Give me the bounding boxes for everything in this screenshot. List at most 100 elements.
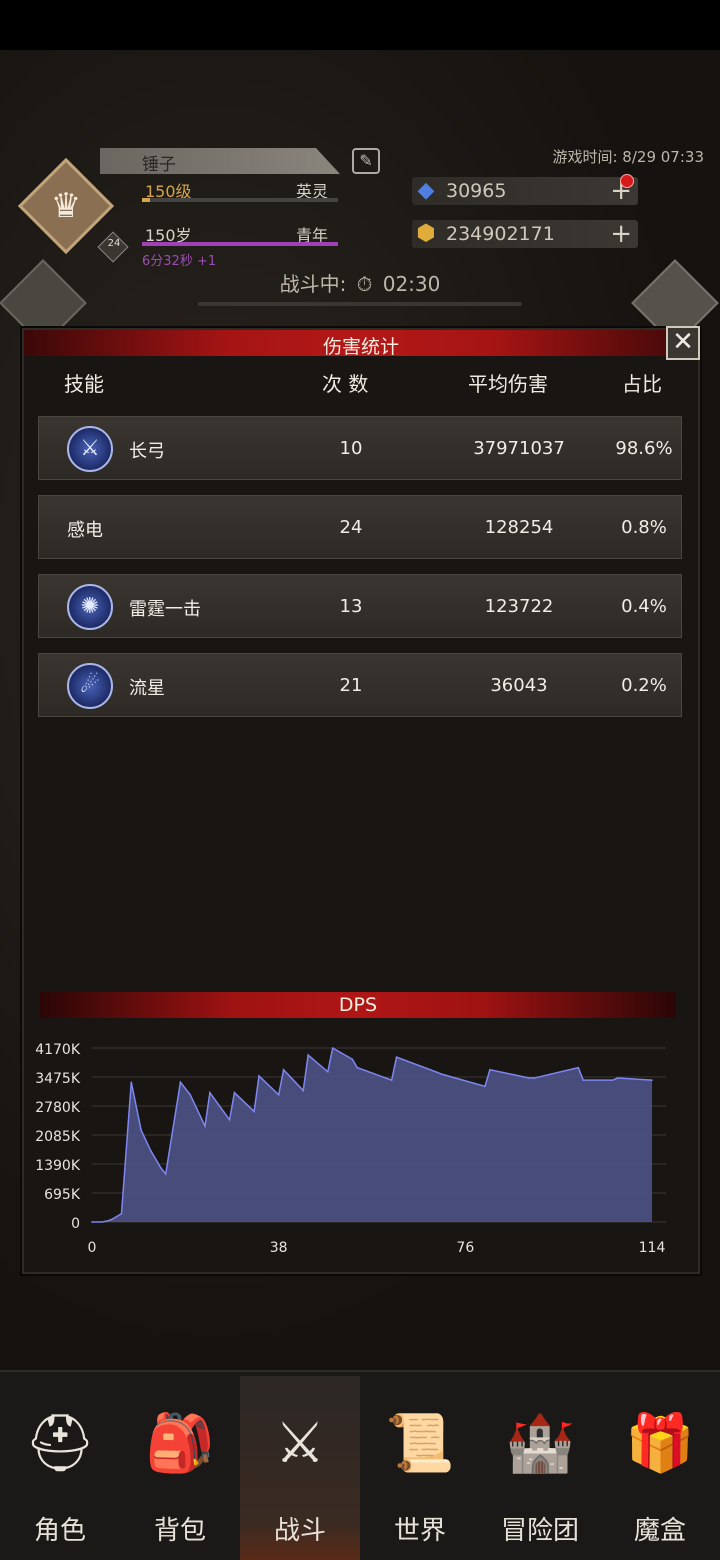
magic-box-icon: 🎁 <box>625 1411 695 1476</box>
age-timer: 6分32秒 +1 <box>142 254 217 269</box>
table-row[interactable]: ✺ 雷霆一击 13 123722 0.4% <box>38 574 682 638</box>
dps-point <box>189 1093 192 1096</box>
y-tick-label: 2780K <box>35 1100 81 1116</box>
dps-point <box>179 1081 182 1084</box>
dialog-title: 伤害统计 <box>322 336 399 358</box>
close-button[interactable]: ✕ <box>666 326 700 360</box>
table-row[interactable]: ☄ 流星 21 36043 0.2% <box>38 653 682 717</box>
dps-point <box>159 1166 162 1169</box>
castle-icon: 🏰 <box>505 1411 575 1476</box>
dps-point <box>258 1075 260 1077</box>
skill-name: 流星 <box>129 678 165 699</box>
sword-shield-icon: ⚔ <box>274 1411 326 1476</box>
dps-point <box>326 1070 329 1073</box>
nav-item-guild[interactable]: 🏰 冒险团 <box>480 1376 600 1560</box>
nav-label: 背包 <box>153 1516 206 1546</box>
dps-point <box>331 1047 334 1049</box>
dps-point <box>395 1056 398 1058</box>
dps-point <box>533 1077 535 1079</box>
dps-point <box>91 1221 93 1223</box>
y-tick-label: 1390K <box>35 1158 81 1174</box>
nav-item-backpack[interactable]: 🎒 背包 <box>120 1376 240 1560</box>
nav-label: 魔盒 <box>633 1516 686 1546</box>
notification-dot <box>620 174 634 188</box>
dps-point <box>351 1058 354 1061</box>
skill-avg-damage: 128254 <box>484 517 554 538</box>
game-time: 游戏时间: 8/29 07:33 <box>552 148 704 166</box>
dps-point <box>277 1093 280 1096</box>
gem-counter: ◆ 30965 + <box>412 177 638 205</box>
skill-count: 24 <box>339 517 363 538</box>
level-progress-fill <box>142 198 150 202</box>
age-progress-bar <box>142 242 338 246</box>
blue-gem-icon: ◆ <box>417 178 435 203</box>
dps-point <box>439 1073 442 1075</box>
battle-progress-track <box>198 302 522 306</box>
table-row[interactable]: ⚔ 长弓 10 37971037 98.6% <box>38 416 682 480</box>
y-tick-label: 695K <box>44 1187 81 1203</box>
edit-icon[interactable]: ✎ <box>352 148 380 174</box>
add-gold-button[interactable]: + <box>610 220 632 248</box>
nav-item-character[interactable]: ⛑ 角色 <box>0 1376 120 1560</box>
dps-point <box>101 1221 103 1223</box>
skill-percent: 0.8% <box>621 517 667 538</box>
dps-chart: 4170K 3475K 2780K 2085K 1390K 695K 00 38 76 114 <box>35 1042 666 1256</box>
x-tick-label: 0 <box>88 1240 97 1256</box>
nav-item-magic-box[interactable]: 🎁 魔盒 <box>600 1376 720 1560</box>
dps-point <box>204 1125 206 1127</box>
nav-label: 角色 <box>33 1516 86 1546</box>
x-tick-label: 76 <box>456 1240 474 1256</box>
battle-timer: 02:30 <box>382 272 441 296</box>
dps-point <box>307 1054 309 1056</box>
scroll-map-icon: 📜 <box>385 1411 455 1476</box>
y-tick-label: 4170K <box>35 1042 81 1058</box>
skill-name: 长弓 <box>129 441 165 462</box>
dps-point <box>150 1150 152 1152</box>
header-skill: 技能 <box>64 372 104 396</box>
battle-status-label: 战斗中: <box>279 272 347 296</box>
gold-counter: ⬢ 234902171 + <box>412 220 638 248</box>
dps-area <box>92 1048 652 1222</box>
nav-item-world[interactable]: 📜 世界 <box>360 1376 480 1560</box>
skill-count: 21 <box>339 675 363 696</box>
y-tick-label: 3475K <box>35 1071 81 1087</box>
dps-point <box>302 1089 305 1092</box>
dps-point <box>120 1212 123 1215</box>
crown-icon: ♛ <box>50 186 82 226</box>
dps-point <box>435 1070 437 1073</box>
player-emblem[interactable]: ♛ 24 <box>17 157 129 263</box>
header-percent: 占比 <box>622 372 662 396</box>
header-avg-damage: 平均伤害 <box>468 372 548 396</box>
y-tick-label: 0 <box>71 1216 80 1232</box>
dps-point <box>164 1173 167 1175</box>
backpack-icon: 🎒 <box>145 1411 215 1476</box>
skill-percent: 98.6% <box>615 438 673 459</box>
skill-percent: 0.4% <box>621 596 667 617</box>
age-progress-fill <box>142 242 338 246</box>
gem-value: 30965 <box>446 180 507 202</box>
table-row[interactable]: 感电 24 128254 0.8% <box>38 495 682 559</box>
header-count: 次 数 <box>322 372 369 396</box>
dps-point <box>209 1091 211 1094</box>
dps-point <box>611 1079 614 1081</box>
badge-number: 24 <box>107 238 121 249</box>
helmet-icon: ⛑ <box>24 1411 96 1476</box>
skill-name: 雷霆一击 <box>129 599 201 620</box>
battle-status: 战斗中: ⏱ 02:30 <box>0 268 720 297</box>
nav-item-battle[interactable]: ⚔ 战斗 <box>240 1376 360 1560</box>
dps-point <box>616 1077 619 1079</box>
skill-avg-damage: 36043 <box>490 675 548 696</box>
dps-point <box>130 1081 133 1084</box>
player-name: 锤子 <box>142 155 176 175</box>
x-tick-label: 114 <box>639 1240 666 1256</box>
thunder-orb-icon: ✺ <box>67 584 113 630</box>
dps-point <box>528 1077 530 1079</box>
dps-point <box>110 1218 113 1221</box>
skill-avg-damage: 37971037 <box>473 438 565 459</box>
dps-point <box>233 1091 236 1094</box>
x-tick-label: 38 <box>270 1240 288 1256</box>
skill-avg-damage: 123722 <box>484 596 554 617</box>
system-status-bar <box>0 0 720 50</box>
name-plate <box>100 148 340 174</box>
nav-label: 冒险团 <box>500 1516 579 1546</box>
